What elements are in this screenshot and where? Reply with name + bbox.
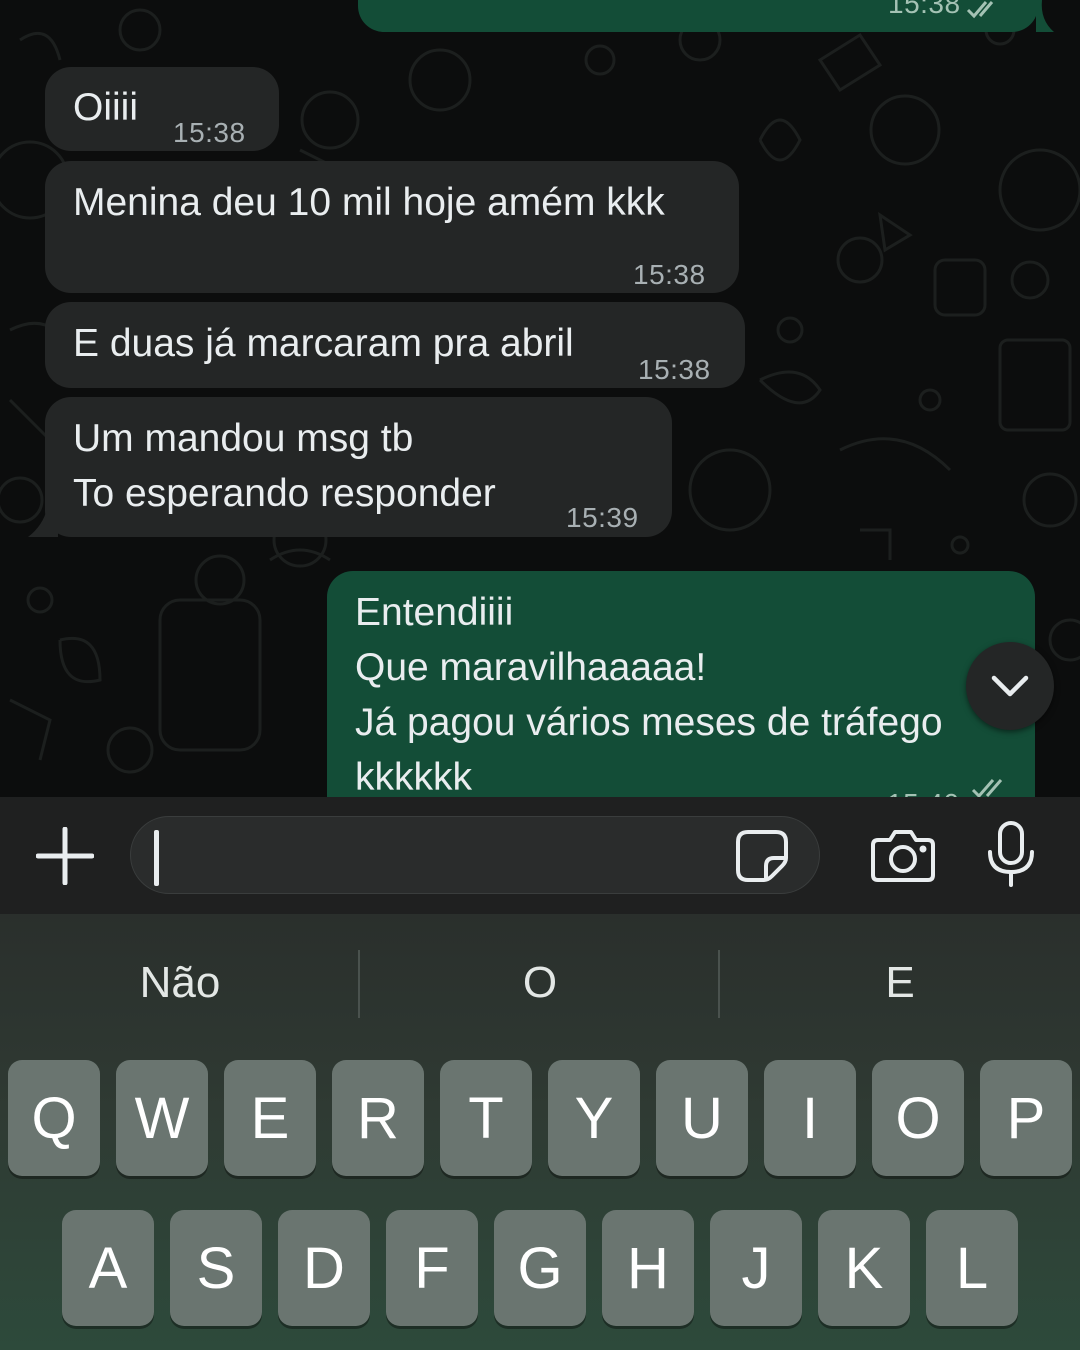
- camera-icon[interactable]: [870, 828, 936, 884]
- key-g[interactable]: G: [494, 1210, 586, 1326]
- message-text: Um mandou msg tb: [73, 417, 414, 460]
- message-bubble-outgoing[interactable]: Entendiiii Que maravilhaaaaa! Já pagou v…: [327, 571, 1035, 797]
- chevron-down-icon: [991, 675, 1029, 697]
- message-text: kkkkkk: [355, 756, 472, 797]
- key-j[interactable]: J: [710, 1210, 802, 1326]
- key-u[interactable]: U: [656, 1060, 748, 1176]
- key-i[interactable]: I: [764, 1060, 856, 1176]
- message-time: 15:38: [888, 0, 961, 19]
- message-text: E duas já marcaram pra abril: [73, 322, 574, 365]
- message-text: Entendiiii: [355, 591, 514, 634]
- suggestion-divider: [718, 950, 720, 1018]
- key-h[interactable]: H: [602, 1210, 694, 1326]
- scroll-to-bottom-button[interactable]: [966, 642, 1054, 730]
- key-a[interactable]: A: [62, 1210, 154, 1326]
- key-f[interactable]: F: [386, 1210, 478, 1326]
- key-p[interactable]: P: [980, 1060, 1072, 1176]
- key-t[interactable]: T: [440, 1060, 532, 1176]
- plus-icon[interactable]: [36, 827, 94, 885]
- message-time: 15:38: [633, 259, 706, 290]
- key-d[interactable]: D: [278, 1210, 370, 1326]
- suggestion-2[interactable]: O: [450, 958, 630, 1008]
- message-bubble-outgoing[interactable]: KKKKKK 15:38: [358, 0, 1038, 32]
- message-text: Menina deu 10 mil hoje amém kkk: [73, 181, 665, 224]
- read-receipt-icon: [966, 1, 994, 19]
- message-bubble-incoming[interactable]: Um mandou msg tb To esperando responder …: [45, 397, 672, 537]
- message-time: 15:39: [566, 502, 639, 533]
- microphone-icon[interactable]: [985, 820, 1037, 888]
- key-q[interactable]: Q: [8, 1060, 100, 1176]
- message-bubble-incoming[interactable]: Oiiii 15:38: [45, 67, 279, 151]
- chat-area[interactable]: KKKKKK 15:38 Oiiii 15:38 Menina deu 10 m…: [0, 0, 1080, 797]
- message-time: 15:38: [638, 354, 711, 385]
- message-text: KKKKKK: [388, 0, 544, 10]
- key-s[interactable]: S: [170, 1210, 262, 1326]
- message-text: Oiiii: [73, 86, 138, 129]
- suggestion-divider: [358, 950, 360, 1018]
- key-l[interactable]: L: [926, 1210, 1018, 1326]
- message-text: Que maravilhaaaaa!: [355, 646, 707, 689]
- message-bubble-incoming[interactable]: E duas já marcaram pra abril 15:38: [45, 302, 745, 388]
- suggestion-1[interactable]: Não: [90, 958, 270, 1008]
- key-k[interactable]: K: [818, 1210, 910, 1326]
- message-time: 15:40: [887, 776, 960, 797]
- suggestion-3[interactable]: E: [810, 958, 990, 1008]
- key-e[interactable]: E: [224, 1060, 316, 1176]
- key-o[interactable]: O: [872, 1060, 964, 1176]
- message-time: 15:38: [173, 117, 246, 148]
- key-r[interactable]: R: [332, 1060, 424, 1176]
- sticker-icon[interactable]: [734, 828, 790, 884]
- read-receipt-icon: [971, 779, 1003, 797]
- key-w[interactable]: W: [116, 1060, 208, 1176]
- bubble-tail: [28, 505, 58, 537]
- message-text: Já pagou vários meses de tráfego: [355, 701, 943, 744]
- message-bubble-incoming[interactable]: Menina deu 10 mil hoje amém kkk 15:38: [45, 161, 739, 293]
- message-input[interactable]: [130, 816, 820, 894]
- key-y[interactable]: Y: [548, 1060, 640, 1176]
- bubble-tail: [1036, 0, 1054, 32]
- text-cursor: [154, 830, 159, 886]
- message-text: To esperando responder: [73, 472, 496, 515]
